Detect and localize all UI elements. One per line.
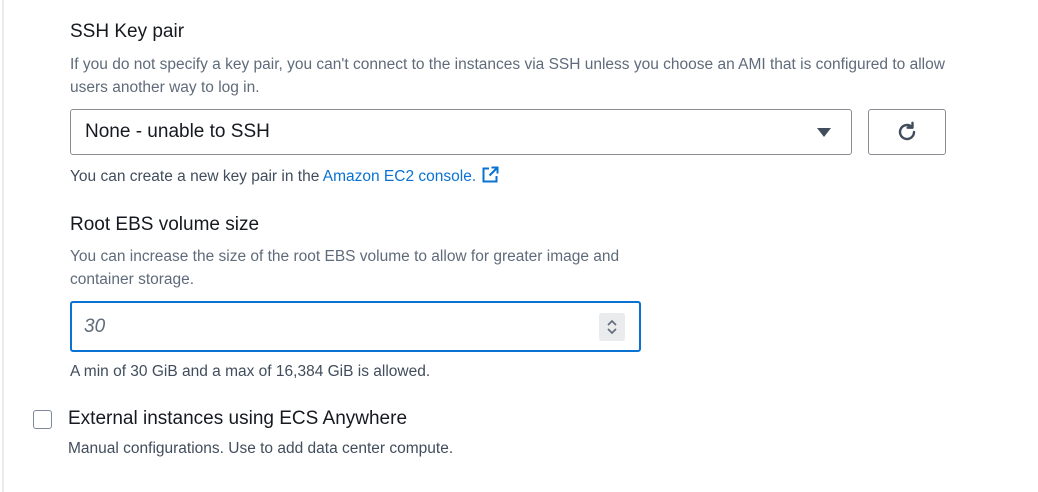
ssh-key-pair-selected-value: None - unable to SSH [85,121,270,142]
root-ebs-volume-input[interactable] [72,314,599,339]
external-link-icon[interactable] [481,166,499,184]
ecs-anywhere-checkbox[interactable] [33,410,52,429]
ssh-key-pair-description: If you do not specify a key pair, you ca… [70,56,945,96]
ec2-hint-text: You can create a new key pair in the [70,168,323,185]
refresh-key-pairs-button[interactable] [868,109,946,155]
root-ebs-volume-hint: A min of 30 GiB and a max of 16,384 GiB … [70,363,431,380]
ssh-key-pair-label: SSH Key pair [70,21,185,42]
ssh-key-pair-select[interactable]: None - unable to SSH [70,109,852,155]
ec2-console-hint: You can create a new key pair in the Ama… [70,166,499,188]
number-stepper[interactable] [599,312,625,341]
refresh-icon [898,121,916,141]
ecs-anywhere-label[interactable]: External instances using ECS Anywhere [68,407,407,431]
ecs-anywhere-description: Manual configurations. Use to add data c… [68,440,454,457]
stepper-arrows-icon [607,319,617,334]
root-ebs-volume-label: Root EBS volume size [70,214,260,235]
caret-down-icon [817,127,831,137]
root-ebs-volume-field[interactable] [70,301,641,352]
panel-border [2,0,4,492]
root-ebs-volume-description: You can increase the size of the root EB… [70,248,620,288]
amazon-ec2-console-link[interactable]: Amazon EC2 console. [323,168,476,185]
